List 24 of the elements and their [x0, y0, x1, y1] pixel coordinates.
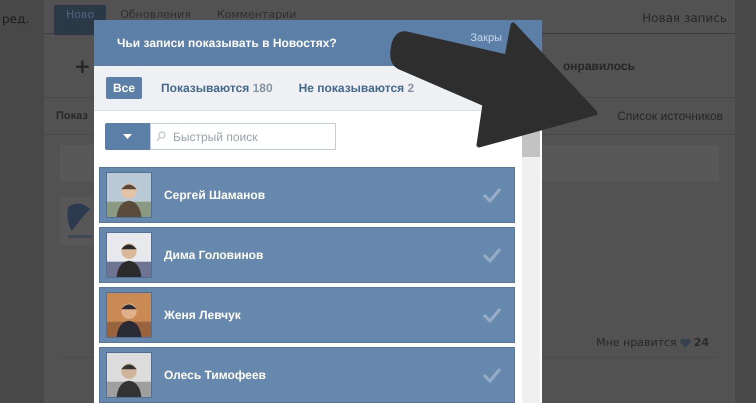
- person-row[interactable]: Олесь Тимофеев: [99, 347, 515, 403]
- person-name: Дима Головинов: [164, 248, 264, 262]
- person-name: Женя Левчук: [164, 308, 241, 322]
- close-link[interactable]: Закры: [470, 32, 502, 44]
- filter-tab[interactable]: Все: [106, 76, 142, 99]
- check-icon: [482, 307, 502, 323]
- search-field[interactable]: Быстрый поиск: [150, 123, 336, 150]
- person-row[interactable]: Дима Головинов: [99, 227, 515, 283]
- check-icon: [482, 187, 502, 203]
- person-row[interactable]: Женя Левчук: [99, 287, 515, 343]
- check-icon: [482, 247, 502, 263]
- scrollbar-thumb[interactable]: [522, 131, 540, 157]
- dialog-title: Чьи записи показывать в Новостях?: [117, 36, 337, 50]
- check-icon: [482, 367, 502, 383]
- filter-tab[interactable]: Не показываются 2: [292, 76, 422, 99]
- dropdown-button[interactable]: [105, 123, 150, 150]
- add-icon[interactable]: +: [74, 54, 91, 78]
- filter-tab[interactable]: Показываются 180: [154, 76, 280, 99]
- heart-icon[interactable]: [680, 338, 691, 348]
- person-name: Олесь Тимофеев: [164, 368, 266, 382]
- search-icon: [156, 131, 166, 142]
- person-name: Сергей Шаманов: [164, 188, 266, 202]
- person-row[interactable]: Сергей Шаманов: [99, 167, 515, 223]
- caret-icon: [123, 134, 132, 139]
